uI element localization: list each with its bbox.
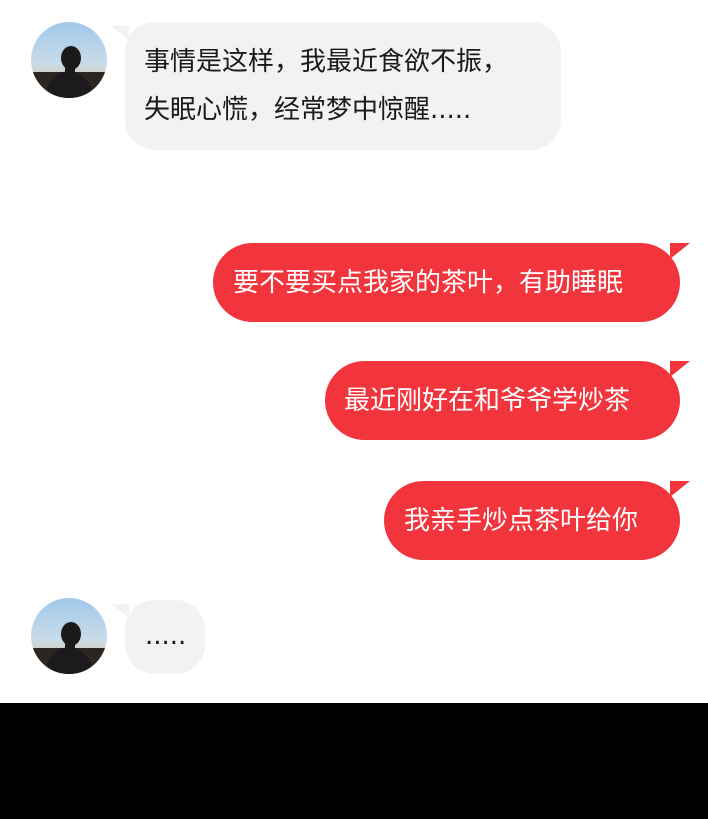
bubble-tail [111,604,129,618]
person-avatar-icon [31,622,107,674]
bubble-tail [670,361,690,377]
outgoing-message-bubble[interactable]: 我亲手炒点茶叶给你 [384,481,690,560]
message-text-line-2: 失眠心慌，经常梦中惊醒..... [144,95,472,125]
bubble-tail [111,26,129,40]
message-text: 我亲手炒点茶叶给你 [404,506,639,536]
message-text: 最近刚好在和爷爷学炒茶 [344,386,631,416]
bottom-black-bar [0,703,708,819]
person-avatar-icon [31,46,107,98]
message-text: 要不要买点我家的茶叶，有助睡眠 [233,268,624,298]
incoming-message-bubble[interactable]: ..... [111,600,205,674]
message-text: ..... [145,621,187,651]
bubble-tail [670,243,690,259]
outgoing-message-bubble[interactable]: 要不要买点我家的茶叶，有助睡眠 [213,243,690,322]
chat-area: 事情是这样，我最近食欲不振， 失眠心慌，经常梦中惊醒..... 要不要买点我家的… [0,0,708,703]
incoming-message-bubble[interactable]: 事情是这样，我最近食欲不振， 失眠心慌，经常梦中惊醒..... [111,22,561,150]
bubble-tail [670,481,690,497]
contact-avatar[interactable] [31,22,107,98]
message-text-line-1: 事情是这样，我最近食欲不振， [144,47,509,77]
contact-avatar[interactable] [31,598,107,674]
outgoing-message-bubble[interactable]: 最近刚好在和爷爷学炒茶 [325,361,690,440]
